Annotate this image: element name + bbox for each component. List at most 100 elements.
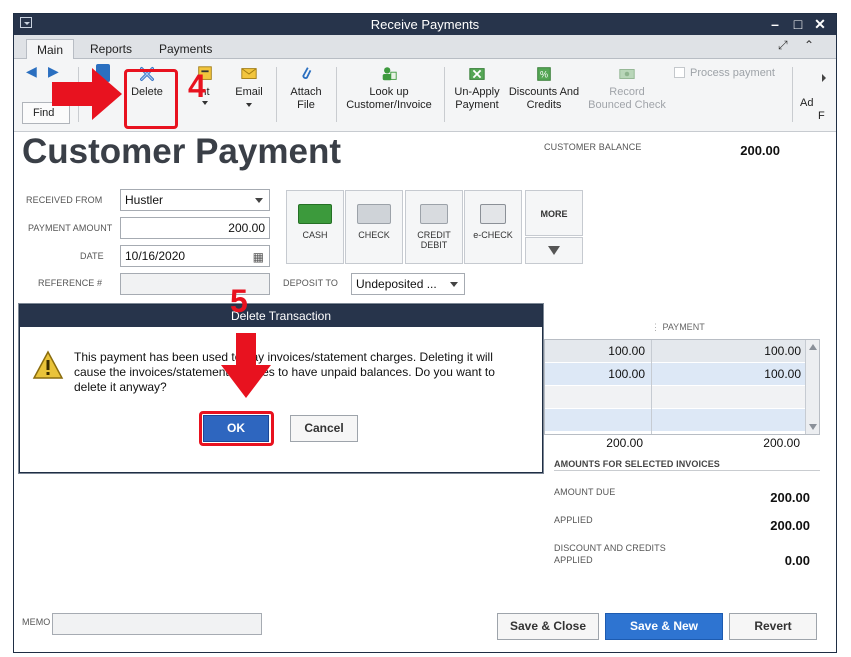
ribbon-toolbar: ◀ ▶ Find Delete nt Email Attach File Loo… [14,59,836,132]
grid-payment-cell[interactable]: 100.00 [652,363,805,385]
record-bounced-check-button: Record Bounced Check [586,65,668,112]
minimize-button[interactable]: – [766,15,784,33]
discount-value: 0.00 [784,553,810,568]
cash-icon [298,204,332,224]
grid-scrollbar[interactable] [805,340,819,434]
dialog-title: Delete Transaction [20,305,542,327]
summary-title: AMOUNTS FOR SELECTED INVOICES [554,459,720,469]
customer-lookup-icon [382,67,397,81]
warning-icon [32,350,64,379]
cancel-button[interactable]: Cancel [290,415,358,442]
tab-reports[interactable]: Reports [80,39,142,59]
un-apply-icon [469,68,485,80]
process-payment-label: Process payment [690,67,775,79]
lookup-label-2: Customer/Invoice [346,99,432,111]
discounts-and-credits-button[interactable]: % Discounts And Credits [506,65,582,112]
payment-method-check[interactable]: CHECK [345,190,403,264]
scroll-up-icon[interactable] [808,344,817,350]
attach-label-2: File [297,99,315,111]
revert-button[interactable]: Revert [729,613,817,640]
arrow-right-annotation-icon [52,68,122,120]
deposit-to-value: Undeposited ... [356,277,437,291]
received-from-value: Hustler [125,193,164,207]
look-up-customer-invoice-button[interactable]: Look up Customer/Invoice [344,65,434,112]
expand-icon[interactable]: ⤢ [778,38,788,53]
unapply-label-1: Un-Apply [454,86,500,98]
chevron-down-icon [255,198,263,203]
email-label: Email [235,86,263,98]
credit-card-icon [420,204,448,224]
date-label: DATE [80,251,104,261]
tab-payments[interactable]: Payments [149,39,222,59]
overflow-label-1: Ad [800,97,814,109]
process-payment-option: Process payment [674,67,775,79]
e-check-label: e-CHECK [473,230,513,240]
more-dropdown-button[interactable] [525,237,583,264]
applied-value: 200.00 [770,518,810,533]
grid-total-amount: 200.00 [606,436,643,450]
discount-icon: % [537,67,551,81]
ribbon-scroll-right-icon[interactable] [822,74,826,82]
save-and-close-button[interactable]: Save & Close [497,613,599,640]
email-dropdown-icon[interactable] [246,103,252,107]
arrow-down-annotation-icon [221,333,271,398]
discounts-label-1: Discounts And [508,86,580,98]
payment-method-cash[interactable]: CASH [286,190,344,264]
grid-amount-cell: 100.00 [608,367,645,381]
grid-total-payment: 200.00 [763,436,800,450]
memo-input[interactable] [52,613,262,635]
page-title: Customer Payment [22,132,341,171]
paperclip-icon [302,67,312,79]
table-row[interactable] [545,386,819,408]
window-title: Receive Payments [370,17,480,32]
check-label: CHECK [358,230,390,240]
memo-label: MEMO [22,617,51,627]
payment-method-e-check[interactable]: e-CHECK [464,190,522,264]
save-and-new-button[interactable]: Save & New [605,613,723,640]
attach-file-button[interactable]: Attach File [286,65,326,112]
calendar-icon[interactable]: ▦ [253,250,264,264]
scroll-down-icon[interactable] [809,424,817,430]
email-button[interactable]: Email [232,65,266,107]
payment-method-more[interactable]: MORE [525,190,583,236]
received-from-dropdown[interactable]: Hustler [120,189,270,211]
svg-text:%: % [540,70,548,80]
deposit-to-label: DEPOSIT TO [283,278,339,288]
back-arrow-icon[interactable]: ◀ [26,63,37,80]
deposit-to-dropdown[interactable]: Undeposited ... [351,273,465,295]
delete-highlight-box [124,69,178,129]
reference-label: REFERENCE # [38,278,103,288]
received-from-label: RECEIVED FROM [26,195,103,205]
email-icon [241,68,257,79]
close-button[interactable]: ✕ [811,15,829,33]
amount-due-value: 200.00 [770,490,810,505]
step-4-label: 4 [188,68,206,104]
tab-main[interactable]: Main [26,39,75,59]
lookup-label-1: Look up [369,86,409,98]
cash-label: CASH [302,230,328,240]
process-payment-checkbox[interactable] [674,67,685,78]
un-apply-payment-button[interactable]: Un-Apply Payment [450,65,504,112]
collapse-ribbon-icon[interactable]: ⌃ [804,38,814,52]
triangle-down-icon [548,246,560,255]
maximize-button[interactable]: □ [789,15,807,33]
table-row[interactable] [545,409,819,431]
invoice-grid[interactable]: 100.00 100.00 100.00 100.00 [544,339,820,435]
more-label: MORE [540,209,568,219]
customer-balance-label: CUSTOMER BALANCE [544,142,642,152]
date-input[interactable]: 10/16/2020 ▦ [120,245,270,267]
attach-label-1: Attach [290,86,322,98]
dialog-message: This payment has been used to pay invoic… [74,350,495,394]
payment-method-credit-debit[interactable]: CREDIT DEBIT [405,190,463,264]
payment-amount-input[interactable]: 200.00 [120,217,270,239]
grid-payment-cell[interactable]: 100.00 [652,340,805,362]
grid-amount-cell: 100.00 [608,344,645,358]
record-label-1: Record [609,86,645,98]
applied-label: APPLIED [554,515,593,525]
add-overflow-button[interactable]: Ad F [800,97,836,123]
bounced-check-icon [619,69,635,79]
payment-column-header: ⋮ PAYMENT [651,322,705,332]
chevron-down-icon [450,282,458,287]
record-label-2: Bounced Check [588,99,666,111]
overflow-label-2: F [818,110,825,122]
